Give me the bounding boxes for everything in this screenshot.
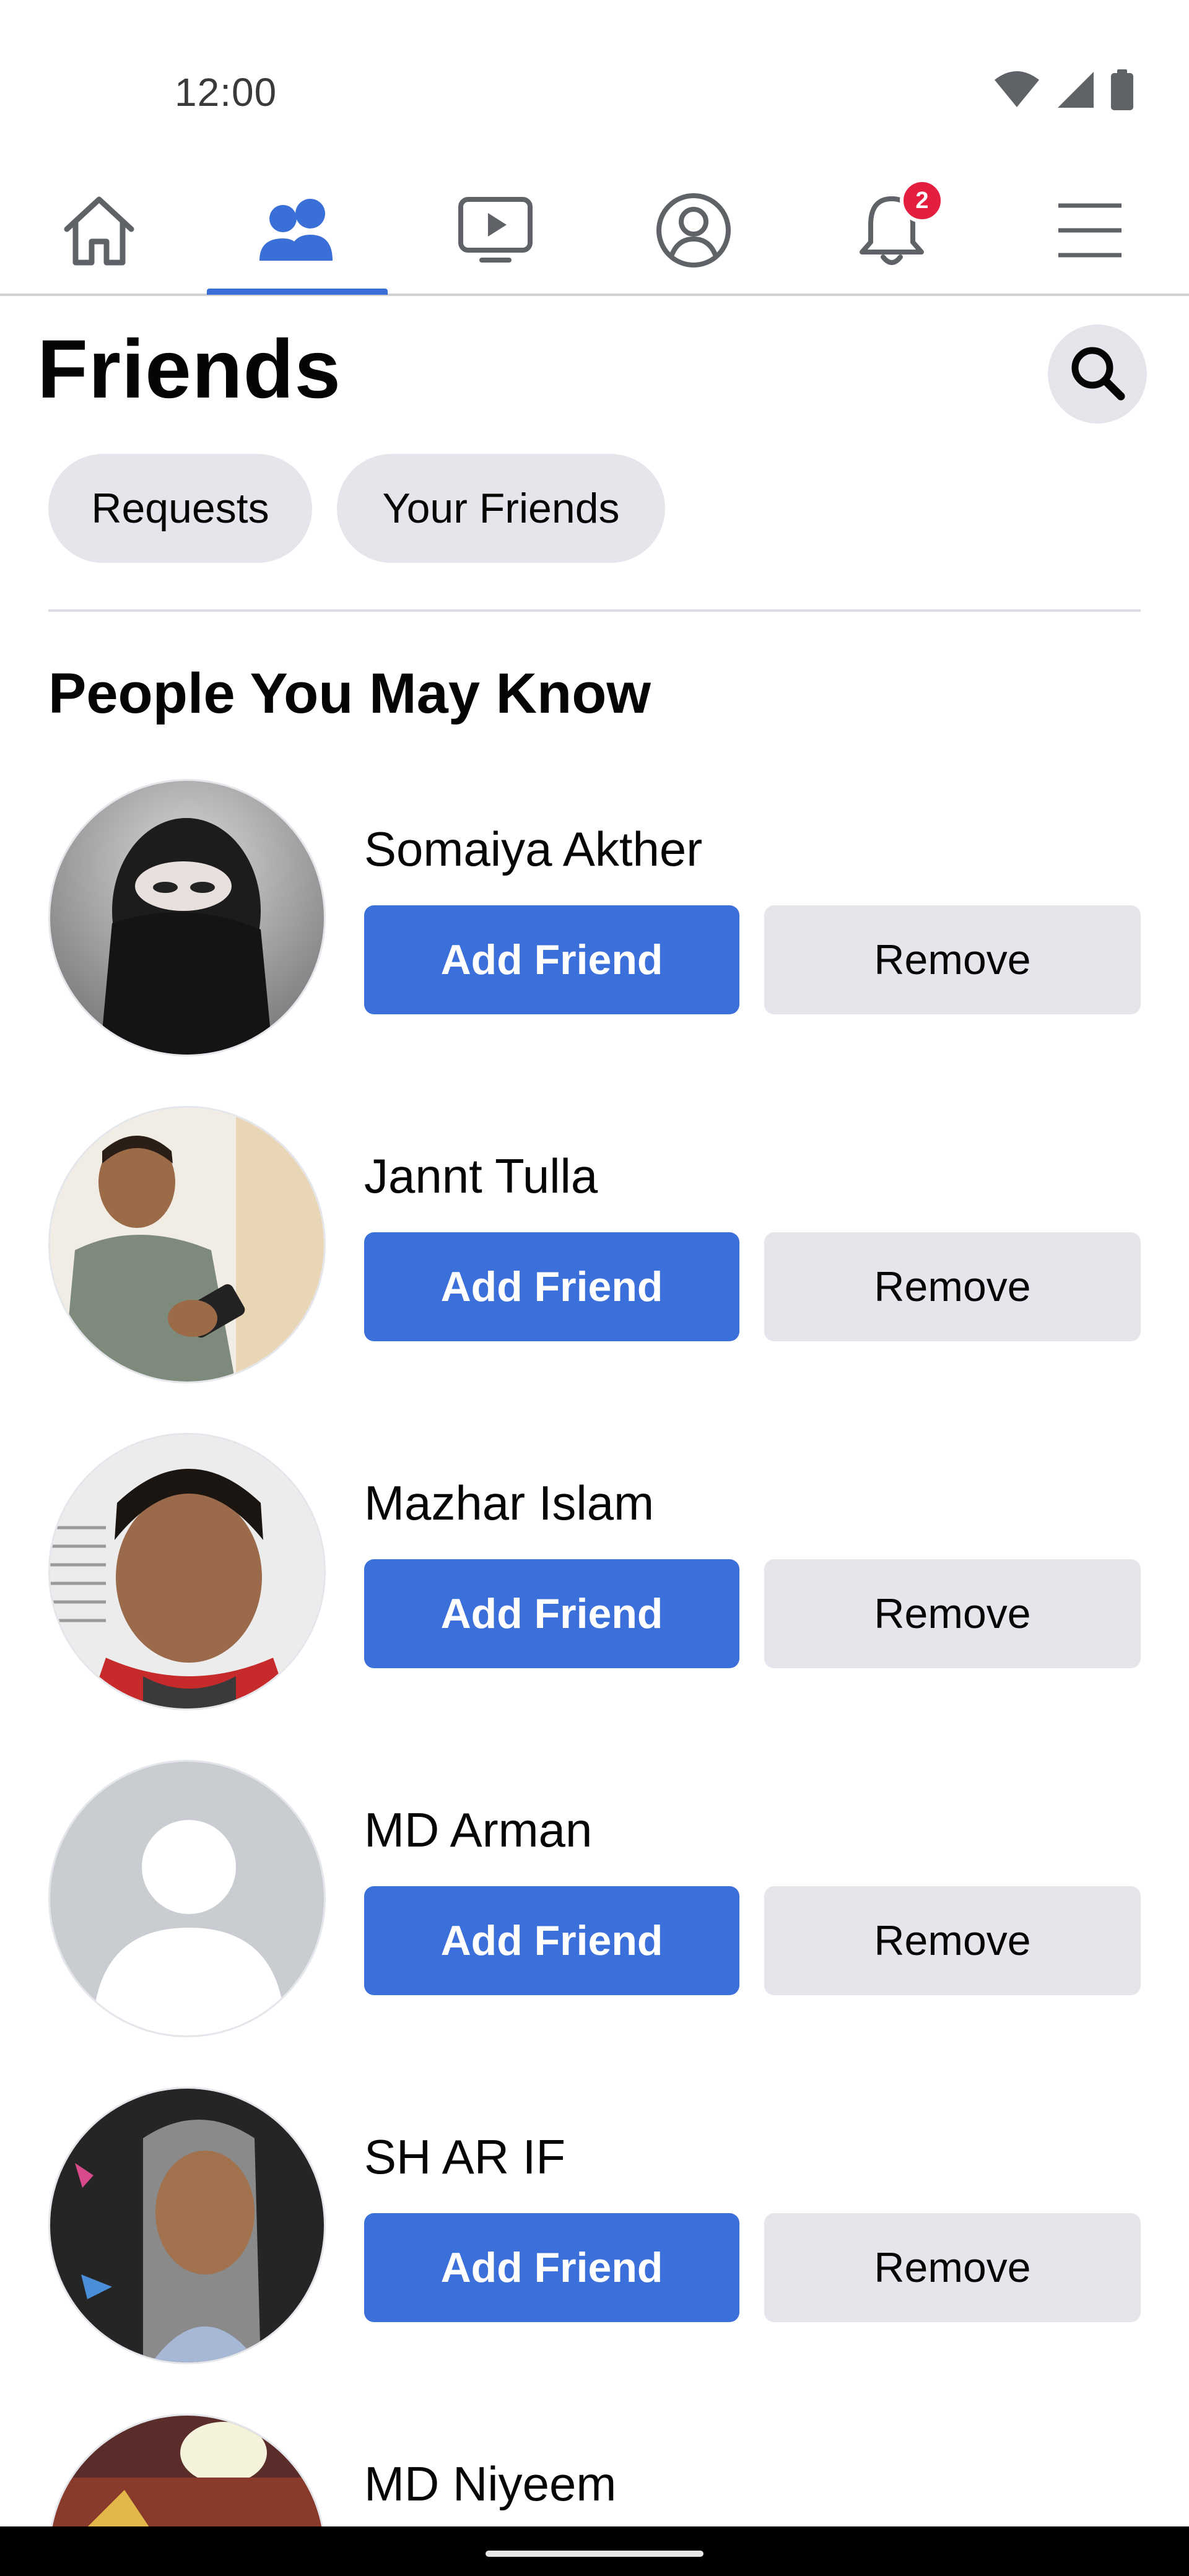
add-friend-button[interactable]: Add Friend: [364, 1232, 739, 1341]
avatar[interactable]: [48, 1433, 326, 1710]
suggestion-item: Jannt Tulla Add Friend Remove: [0, 1106, 1189, 1433]
home-gesture-handle[interactable]: [486, 2551, 703, 2557]
suggestion-item: Mazhar Islam Add Friend Remove: [0, 1433, 1189, 1760]
suggestion-item: MD Niyeem: [0, 2414, 1189, 2526]
profile-icon: [655, 192, 732, 269]
section-divider: [48, 609, 1141, 612]
suggestion-item: MD Arman Add Friend Remove: [0, 1760, 1189, 2087]
watch-video-icon: [457, 194, 534, 266]
home-icon: [61, 193, 137, 268]
wifi-icon: [993, 71, 1040, 111]
remove-button[interactable]: Remove: [764, 905, 1141, 1014]
your-friends-chip[interactable]: Your Friends: [337, 454, 665, 563]
person-name[interactable]: SH AR IF: [364, 2129, 565, 2185]
add-friend-button[interactable]: Add Friend: [364, 905, 739, 1014]
person-name[interactable]: Somaiya Akther: [364, 821, 702, 877]
person-name[interactable]: MD Arman: [364, 1802, 592, 1858]
battery-icon: [1111, 69, 1133, 113]
nav-tab-home[interactable]: [0, 167, 198, 294]
avatar[interactable]: [48, 2414, 326, 2526]
nav-tab-menu[interactable]: [991, 167, 1189, 294]
search-button[interactable]: [1048, 324, 1147, 424]
avatar[interactable]: [48, 779, 326, 1056]
add-friend-button[interactable]: Add Friend: [364, 2213, 739, 2322]
remove-button[interactable]: Remove: [764, 1232, 1141, 1341]
main-nav-bar: 2: [0, 167, 1189, 296]
nav-tab-watch[interactable]: [396, 167, 594, 294]
menu-icon: [1056, 201, 1124, 260]
page-title: Friends: [37, 323, 341, 416]
cell-signal-icon: [1056, 71, 1095, 112]
suggestion-item: SH AR IF Add Friend Remove: [0, 2087, 1189, 2414]
remove-button[interactable]: Remove: [764, 1886, 1141, 1995]
search-icon: [1068, 343, 1127, 406]
system-navigation-bar: [0, 2526, 1189, 2576]
suggestion-item: Somaiya Akther Add Friend Remove: [0, 779, 1189, 1106]
nav-tab-profile[interactable]: [594, 167, 793, 294]
person-name[interactable]: Mazhar Islam: [364, 1475, 654, 1531]
add-friend-button[interactable]: Add Friend: [364, 1559, 739, 1668]
nav-tab-friends[interactable]: [198, 167, 396, 294]
person-name[interactable]: MD Niyeem: [364, 2456, 616, 2512]
active-tab-indicator: [207, 289, 388, 295]
remove-button[interactable]: Remove: [764, 1559, 1141, 1668]
person-name[interactable]: Jannt Tulla: [364, 1148, 598, 1204]
status-icons: [993, 69, 1133, 113]
avatar[interactable]: [48, 1760, 326, 2037]
avatar[interactable]: [48, 1106, 326, 1383]
requests-chip[interactable]: Requests: [48, 454, 312, 563]
people-you-may-know-heading: People You May Know: [48, 662, 651, 725]
nav-tab-notifications[interactable]: [793, 167, 991, 294]
status-time: 12:00: [175, 70, 277, 115]
friends-icon: [257, 196, 338, 264]
status-bar: 12:00: [0, 0, 1189, 167]
remove-button[interactable]: Remove: [764, 2213, 1141, 2322]
avatar[interactable]: [48, 2087, 326, 2364]
add-friend-button[interactable]: Add Friend: [364, 1886, 739, 1995]
notification-count-badge: 2: [900, 178, 944, 223]
